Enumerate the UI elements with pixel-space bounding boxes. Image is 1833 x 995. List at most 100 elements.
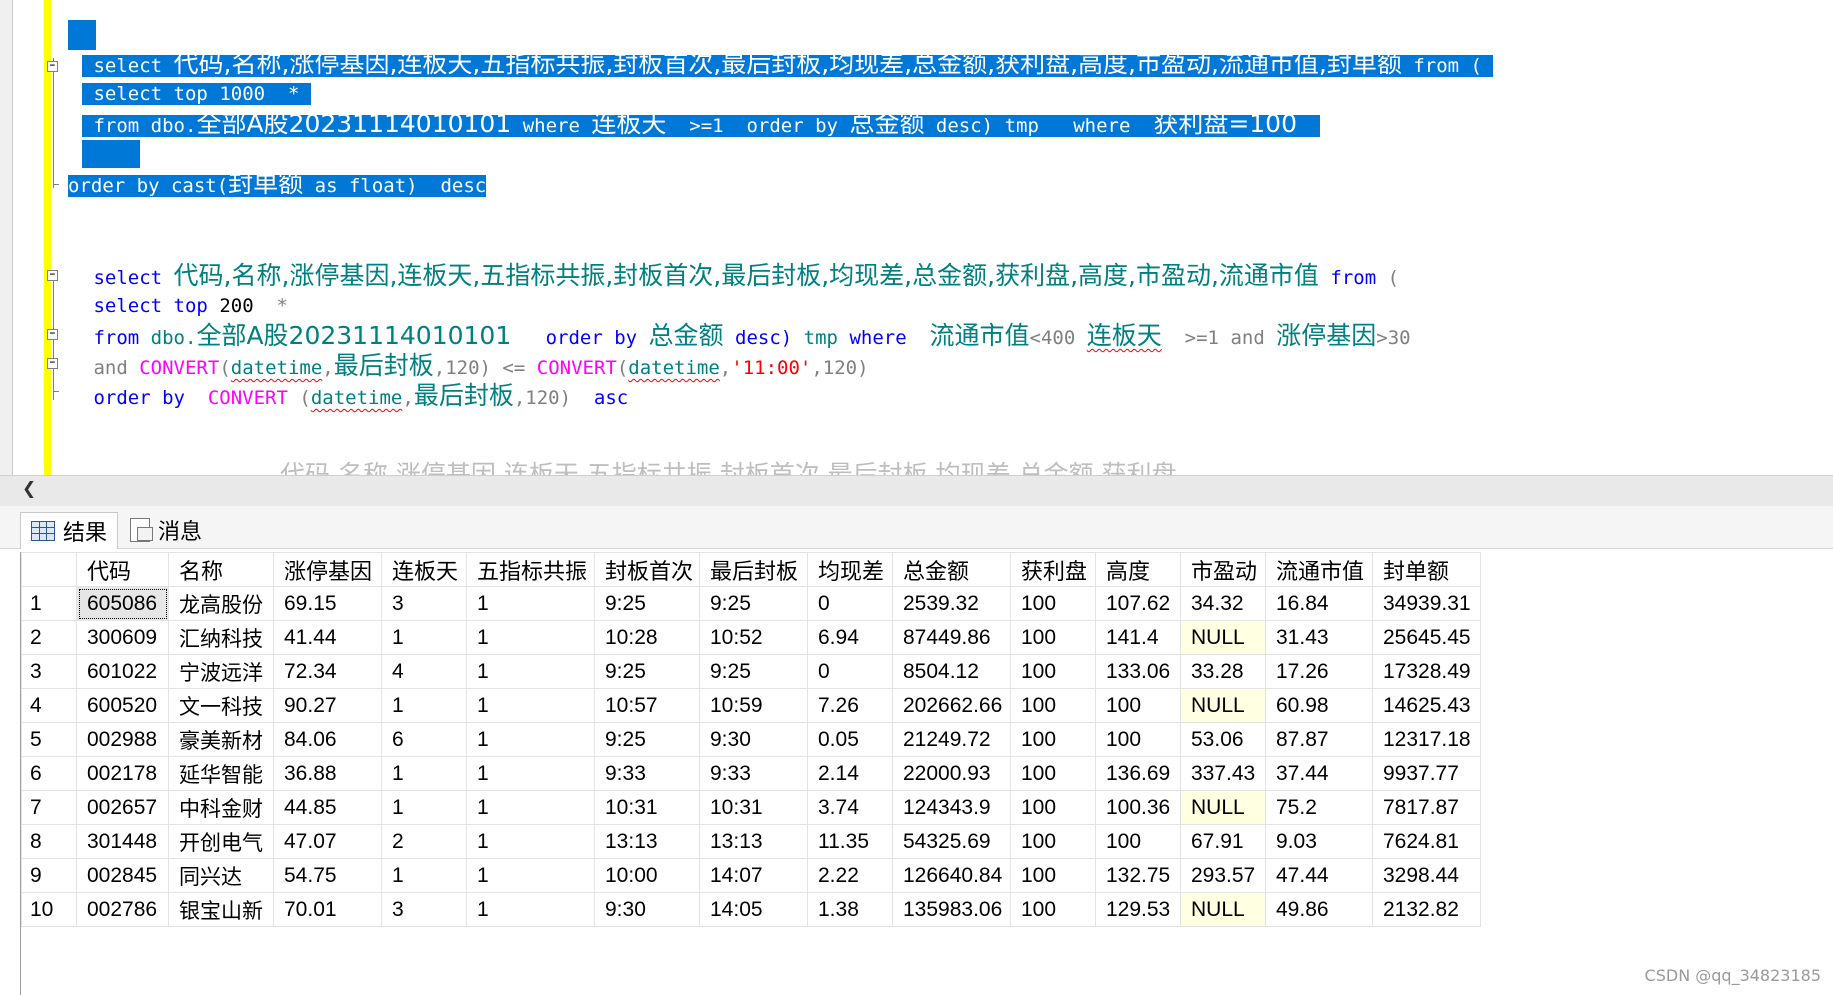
table-cell[interactable]: 107.62 xyxy=(1095,586,1181,621)
table-cell[interactable]: 宁波远洋 xyxy=(168,654,274,689)
table-cell[interactable]: 41.44 xyxy=(273,620,382,655)
row-number-header[interactable] xyxy=(21,552,77,587)
table-cell[interactable]: 7.26 xyxy=(807,688,893,723)
table-cell[interactable]: 600520 xyxy=(76,688,169,723)
table-cell[interactable]: 34939.31 xyxy=(1372,586,1481,621)
table-cell[interactable]: 2 xyxy=(381,824,467,859)
table-cell[interactable]: 002657 xyxy=(76,790,169,825)
table-cell[interactable]: 33.28 xyxy=(1180,654,1266,689)
table-cell[interactable]: 301448 xyxy=(76,824,169,859)
table-cell[interactable]: 100 xyxy=(1010,756,1096,791)
table-cell[interactable]: 延华智能 xyxy=(168,756,274,791)
table-row[interactable]: 3 601022 宁波远洋 72.34 4 1 9:25 9:25 0 8504.12 100 133… xyxy=(21,654,1481,689)
table-cell[interactable]: 31.43 xyxy=(1265,620,1373,655)
table-cell[interactable]: 10:31 xyxy=(594,790,700,825)
table-cell[interactable]: 9:25 xyxy=(699,654,808,689)
row-number-cell[interactable]: 9 xyxy=(21,858,77,893)
table-cell[interactable]: 67.91 xyxy=(1180,824,1266,859)
table-cell[interactable]: 1 xyxy=(466,620,595,655)
table-cell[interactable]: NULL xyxy=(1180,688,1266,723)
table-cell[interactable]: 90.27 xyxy=(273,688,382,723)
row-number-cell[interactable]: 8 xyxy=(21,824,77,859)
table-cell[interactable]: 1 xyxy=(466,790,595,825)
table-cell[interactable]: 13:13 xyxy=(594,824,700,859)
table-cell[interactable]: 7817.87 xyxy=(1372,790,1481,825)
table-cell[interactable]: 6 xyxy=(381,722,467,757)
table-cell[interactable]: 11.35 xyxy=(807,824,893,859)
table-cell[interactable]: 10:59 xyxy=(699,688,808,723)
tab-results[interactable]: 结果 xyxy=(20,512,119,549)
collapse-icon[interactable]: − xyxy=(47,61,58,72)
sql-editor[interactable]: − − − − select 代码,名称,涨停基因,连板天,五指标共振,封板首次… xyxy=(0,0,1833,475)
table-cell[interactable]: 1 xyxy=(466,654,595,689)
table-cell[interactable]: 22000.93 xyxy=(892,756,1011,791)
table-cell[interactable]: 126640.84 xyxy=(892,858,1011,893)
column-header[interactable]: 涨停基因 xyxy=(273,552,382,587)
table-cell[interactable]: 36.88 xyxy=(273,756,382,791)
row-number-cell[interactable]: 7 xyxy=(21,790,77,825)
table-cell[interactable]: 100 xyxy=(1095,722,1181,757)
table-cell[interactable]: 2.14 xyxy=(807,756,893,791)
table-cell[interactable]: 100 xyxy=(1010,620,1096,655)
table-cell[interactable]: 72.34 xyxy=(273,654,382,689)
table-cell[interactable]: 136.69 xyxy=(1095,756,1181,791)
column-header[interactable]: 市盈动 xyxy=(1180,552,1266,587)
table-row[interactable]: 9 002845 同兴达 54.75 1 1 10:00 14:07 2.22 126640.84… xyxy=(21,858,1481,893)
table-cell[interactable]: 14:07 xyxy=(699,858,808,893)
table-cell[interactable]: 002845 xyxy=(76,858,169,893)
table-cell[interactable]: 9937.77 xyxy=(1372,756,1481,791)
table-cell[interactable]: 汇纳科技 xyxy=(168,620,274,655)
table-cell[interactable]: 70.01 xyxy=(273,892,382,927)
editor-horizontal-scrollbar[interactable]: ❮ xyxy=(0,475,1833,507)
table-cell[interactable]: 69.15 xyxy=(273,586,382,621)
table-cell[interactable]: 14625.43 xyxy=(1372,688,1481,723)
table-cell[interactable]: 129.53 xyxy=(1095,892,1181,927)
table-cell[interactable]: 1 xyxy=(466,892,595,927)
table-cell[interactable]: 100 xyxy=(1095,824,1181,859)
table-cell[interactable]: 87449.86 xyxy=(892,620,1011,655)
table-cell[interactable]: 9:25 xyxy=(594,586,700,621)
tab-messages[interactable]: 消息 xyxy=(120,512,212,548)
table-cell[interactable]: 4 xyxy=(381,654,467,689)
table-cell[interactable]: 1 xyxy=(381,688,467,723)
table-cell[interactable]: 2132.82 xyxy=(1372,892,1481,927)
table-cell[interactable]: 100 xyxy=(1010,824,1096,859)
table-cell[interactable]: 10:57 xyxy=(594,688,700,723)
table-cell[interactable]: 002178 xyxy=(76,756,169,791)
column-header[interactable]: 封单额 xyxy=(1372,552,1481,587)
column-header[interactable]: 高度 xyxy=(1095,552,1181,587)
table-cell[interactable]: 2.22 xyxy=(807,858,893,893)
row-number-cell[interactable]: 6 xyxy=(21,756,77,791)
table-row[interactable]: 4 600520 文一科技 90.27 1 1 10:57 10:59 7.26 202662.6… xyxy=(21,688,1481,723)
table-cell[interactable]: 9:25 xyxy=(699,586,808,621)
table-cell[interactable]: 25645.45 xyxy=(1372,620,1481,655)
table-cell[interactable]: 300609 xyxy=(76,620,169,655)
table-cell[interactable]: 16.84 xyxy=(1265,586,1373,621)
table-cell[interactable]: 中科金财 xyxy=(168,790,274,825)
collapse-icon[interactable]: − xyxy=(47,329,58,340)
row-number-cell[interactable]: 2 xyxy=(21,620,77,655)
column-header[interactable]: 总金额 xyxy=(892,552,1011,587)
table-cell[interactable]: 47.07 xyxy=(273,824,382,859)
table-cell[interactable]: 87.87 xyxy=(1265,722,1373,757)
table-cell[interactable]: 1 xyxy=(381,858,467,893)
table-cell[interactable]: 605086 xyxy=(76,586,169,621)
table-cell[interactable]: 54.75 xyxy=(273,858,382,893)
table-cell[interactable]: 9.03 xyxy=(1265,824,1373,859)
table-cell[interactable]: 1 xyxy=(381,790,467,825)
table-cell[interactable]: 53.06 xyxy=(1180,722,1266,757)
table-cell[interactable]: 0 xyxy=(807,586,893,621)
table-cell[interactable]: 21249.72 xyxy=(892,722,1011,757)
row-number-cell[interactable]: 10 xyxy=(21,892,77,927)
table-cell[interactable]: 17.26 xyxy=(1265,654,1373,689)
table-cell[interactable]: 9:33 xyxy=(594,756,700,791)
table-cell[interactable]: 10:31 xyxy=(699,790,808,825)
table-cell[interactable]: 1 xyxy=(466,722,595,757)
column-header[interactable]: 名称 xyxy=(168,552,274,587)
column-header[interactable]: 流通市值 xyxy=(1265,552,1373,587)
table-cell[interactable]: 14:05 xyxy=(699,892,808,927)
table-cell[interactable]: 9:25 xyxy=(594,654,700,689)
table-cell[interactable]: 银宝山新 xyxy=(168,892,274,927)
table-cell[interactable]: 100 xyxy=(1010,586,1096,621)
column-header[interactable]: 均现差 xyxy=(807,552,893,587)
